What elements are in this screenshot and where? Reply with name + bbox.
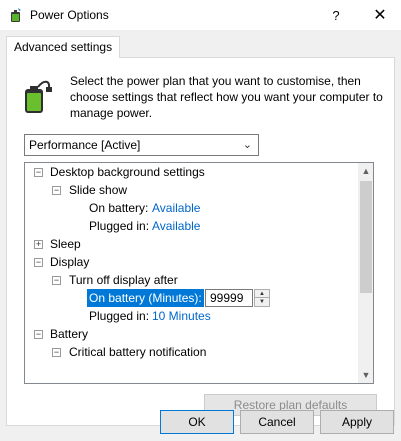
tree-item-battery[interactable]: − Battery <box>25 325 355 343</box>
minutes-input[interactable]: 99999 <box>205 289 253 307</box>
expand-icon[interactable]: + <box>34 240 43 249</box>
spin-up-icon[interactable]: ▲ <box>255 290 269 298</box>
apply-button[interactable]: Apply <box>320 410 394 434</box>
setting-label: On battery: <box>89 201 149 215</box>
tree-item-sleep[interactable]: + Sleep <box>25 235 355 253</box>
setting-value[interactable]: Available <box>152 219 200 233</box>
power-plan-dropdown[interactable]: Performance [Active] ⌄ <box>24 134 259 156</box>
tree-item-desktop-background[interactable]: − Desktop background settings <box>25 163 355 181</box>
scrollbar-thumb[interactable] <box>360 181 372 293</box>
cancel-button[interactable]: Cancel <box>240 410 314 434</box>
scroll-down-icon[interactable]: ▼ <box>358 367 373 383</box>
close-button[interactable]: ✕ <box>364 4 396 26</box>
tree-label: Battery <box>50 327 89 341</box>
dialog-body: Advanced settings Select the power plan … <box>0 30 401 441</box>
setting-value[interactable]: Available <box>152 201 200 215</box>
tab-advanced-settings[interactable]: Advanced settings <box>6 36 121 58</box>
help-button[interactable]: ? <box>320 4 352 26</box>
minutes-spinner[interactable]: ▲ ▼ <box>254 289 270 307</box>
tree-item-display-plugged-in[interactable]: Plugged in: 10 Minutes <box>25 307 355 325</box>
tree-item-display-on-battery[interactable]: On battery (Minutes): 99999 ▲ ▼ <box>25 289 355 307</box>
battery-plug-icon <box>25 80 52 113</box>
settings-tree[interactable]: − Desktop background settings − Slide sh… <box>24 162 374 384</box>
window-title: Power Options <box>30 8 109 22</box>
setting-value[interactable]: 10 Minutes <box>152 309 211 323</box>
tree-label: Sleep <box>50 237 81 251</box>
setting-label: Plugged in: <box>89 309 150 323</box>
collapse-icon[interactable]: − <box>34 330 43 339</box>
spin-down-icon[interactable]: ▼ <box>255 298 269 306</box>
tree-label: Critical battery notification <box>69 345 207 359</box>
tree-item-slide-show[interactable]: − Slide show <box>25 181 355 199</box>
collapse-icon[interactable]: − <box>52 348 61 357</box>
title-bar: Power Options ? ✕ <box>0 0 401 30</box>
collapse-icon[interactable]: − <box>34 258 43 267</box>
scroll-up-icon[interactable]: ▲ <box>358 163 373 179</box>
tree-item-slide-plugged-in[interactable]: Plugged in: Available <box>25 217 355 235</box>
tree-label: Display <box>50 255 90 269</box>
power-plan-selected: Performance [Active] <box>29 138 141 152</box>
tree-scrollbar[interactable]: ▲ ▼ <box>358 163 373 383</box>
selected-setting-label: On battery (Minutes): <box>87 289 204 307</box>
tree-item-turn-off-display[interactable]: − Turn off display after <box>25 271 355 289</box>
chevron-down-icon: ⌄ <box>242 139 252 151</box>
tree-item-display[interactable]: − Display <box>25 253 355 271</box>
tree-label: Desktop background settings <box>50 165 205 179</box>
tree-item-slide-on-battery[interactable]: On battery: Available <box>25 199 355 217</box>
tree-label: Slide show <box>69 183 128 197</box>
tree-item-critical-battery[interactable]: − Critical battery notification <box>25 343 355 361</box>
collapse-icon[interactable]: − <box>52 276 61 285</box>
ok-button[interactable]: OK <box>160 410 234 434</box>
power-options-icon <box>11 8 21 22</box>
setting-label: Plugged in: <box>89 219 150 233</box>
collapse-icon[interactable]: − <box>52 186 61 195</box>
tree-label: Turn off display after <box>69 273 178 287</box>
collapse-icon[interactable]: − <box>34 168 43 177</box>
instructions-text: Select the power plan that you want to c… <box>70 74 383 120</box>
